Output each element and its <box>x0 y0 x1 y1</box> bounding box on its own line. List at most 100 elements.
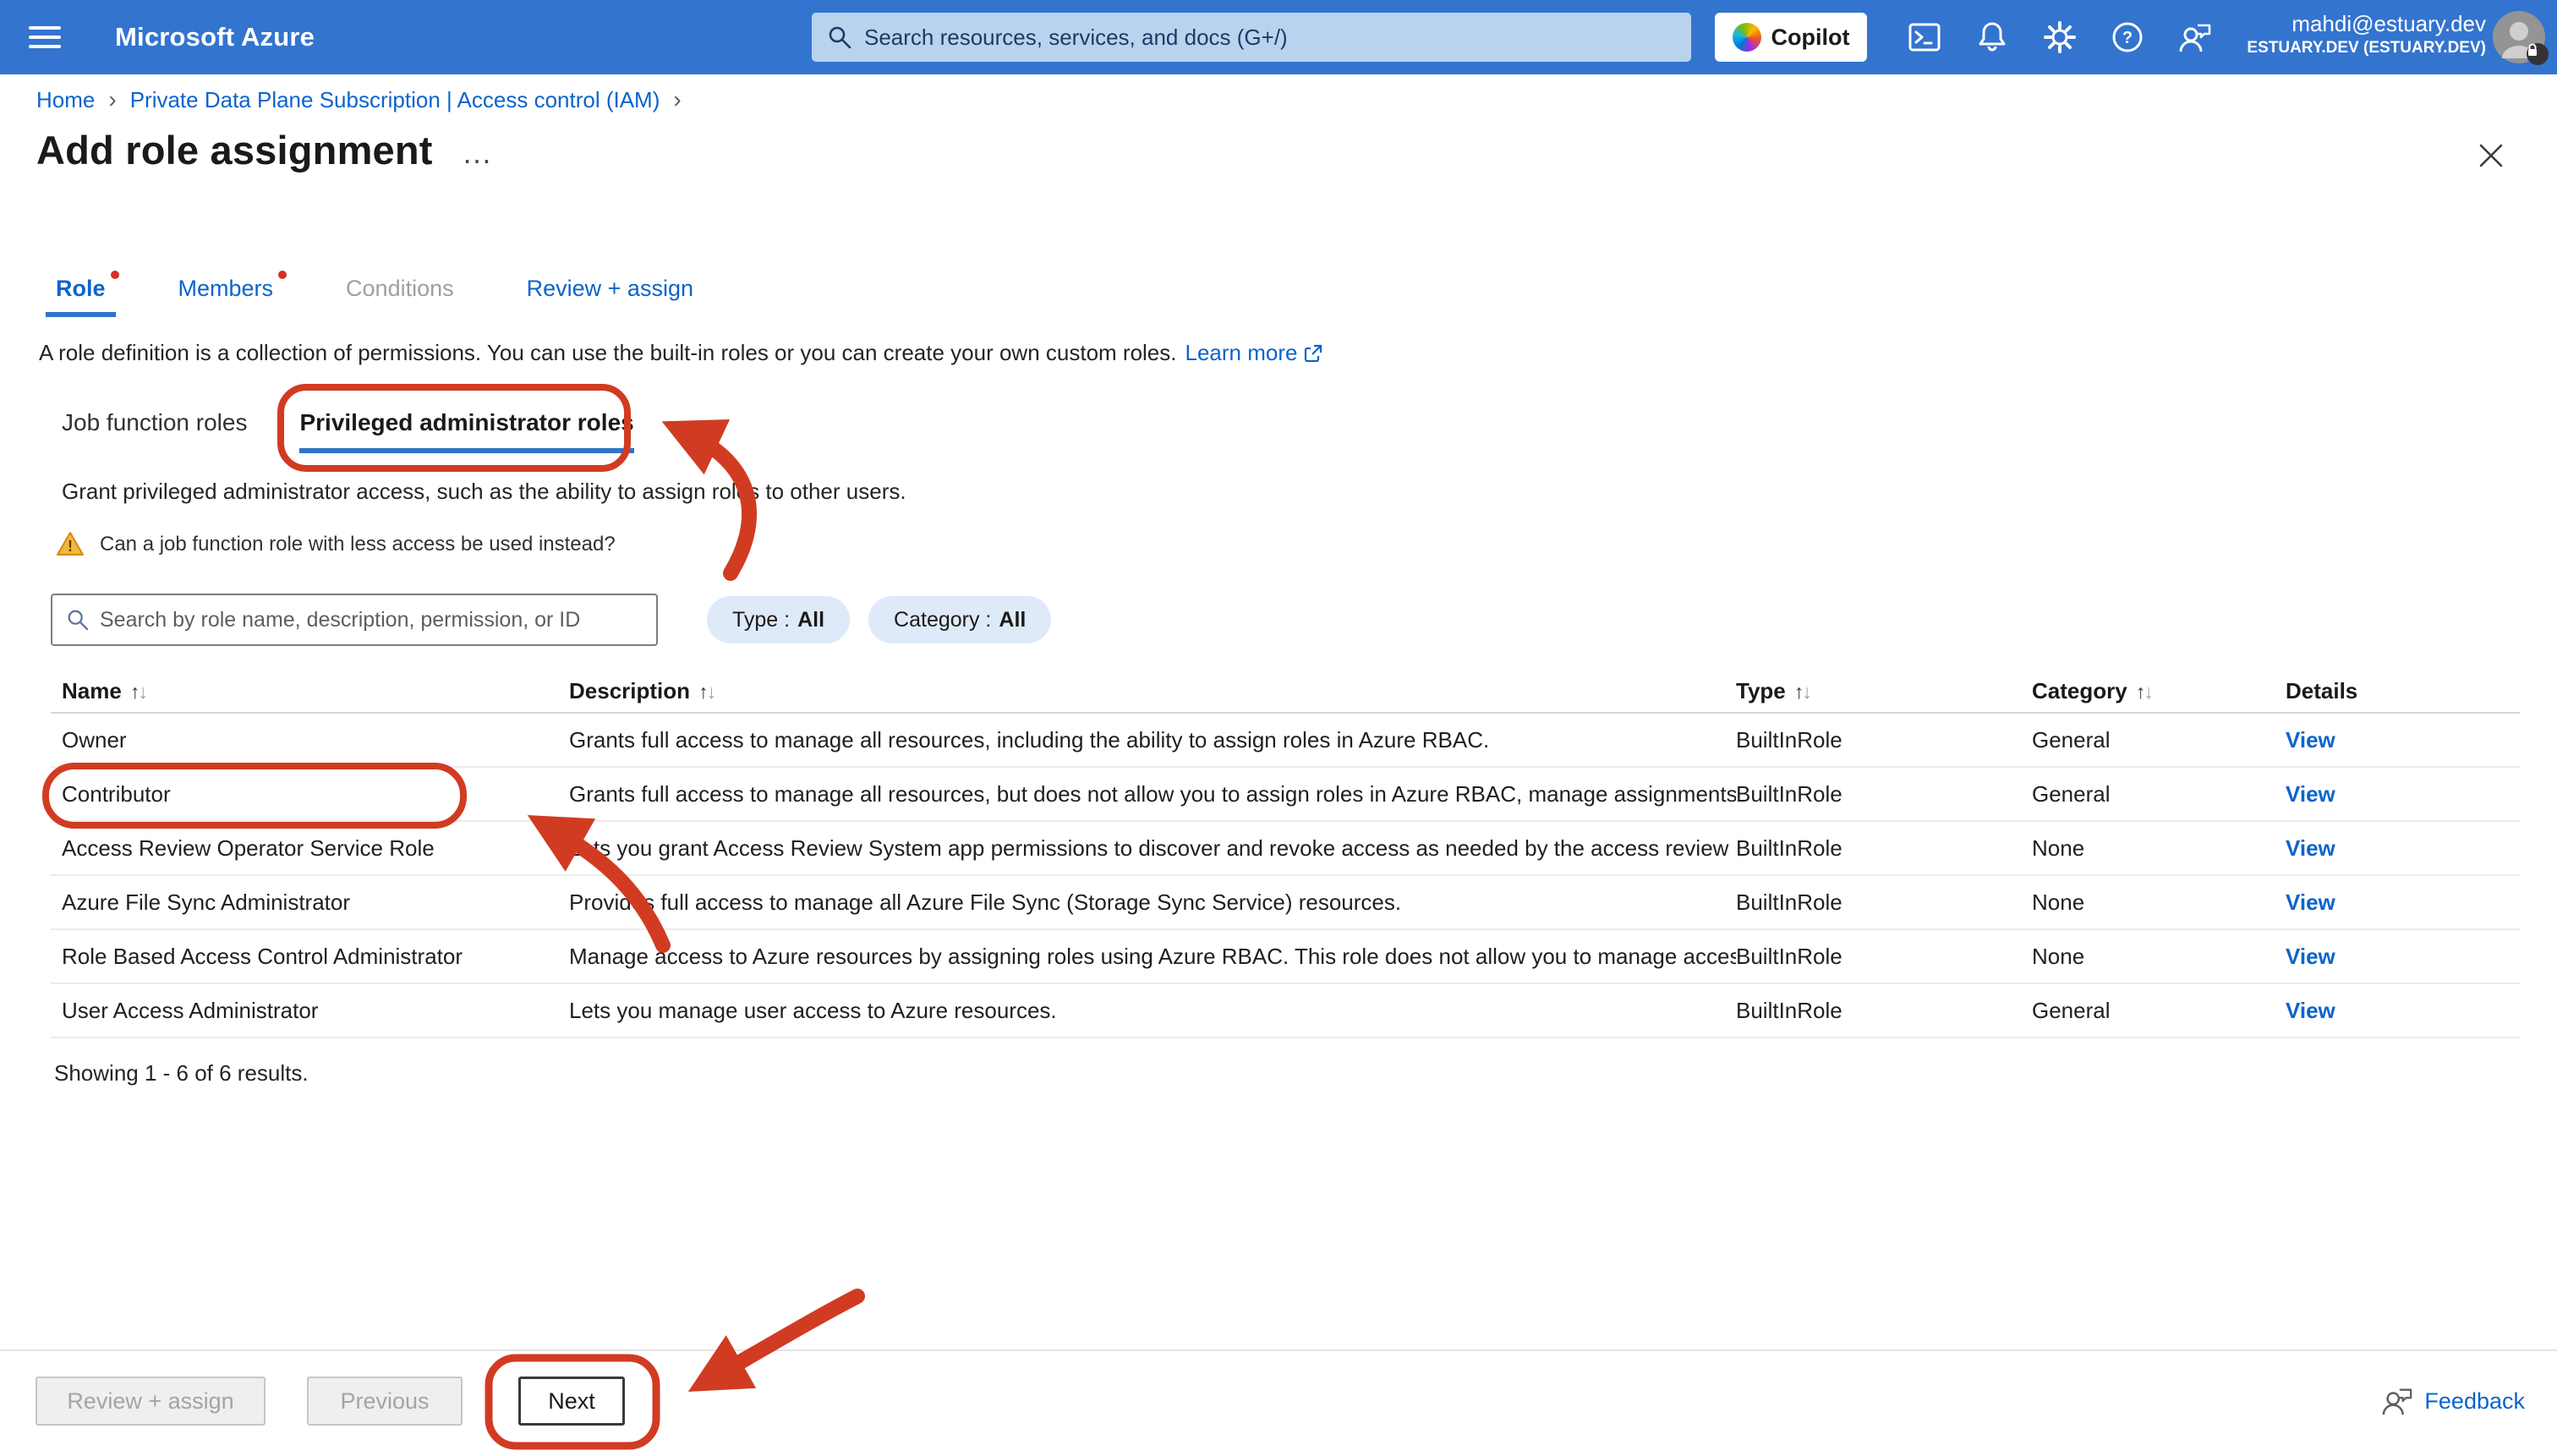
warning-message: ! Can a job function role with less acce… <box>56 531 616 557</box>
role-type: BuiltInRole <box>1736 889 2032 916</box>
role-name: Owner <box>62 727 569 753</box>
role-type: BuiltInRole <box>1736 944 2032 970</box>
account-email: mahdi@estuary.dev <box>2247 10 2486 38</box>
table-row-azure-file-sync-admin[interactable]: Azure File Sync Administrator Provides f… <box>51 876 2520 930</box>
breadcrumb: Home › Private Data Plane Subscription |… <box>36 86 682 113</box>
tab-review-assign[interactable]: Review + assign <box>515 276 705 317</box>
review-assign-button[interactable]: Review + assign <box>36 1377 266 1426</box>
sort-icons: ↑↓ <box>1794 681 1810 703</box>
global-search-bar[interactable] <box>812 13 1691 62</box>
role-category: General <box>2032 781 2286 807</box>
privileged-roles-description: Grant privileged administrator access, s… <box>62 479 906 505</box>
tab-members[interactable]: Members <box>167 276 286 317</box>
role-type: BuiltInRole <box>1736 835 2032 862</box>
notifications-bell-icon[interactable] <box>1972 17 2012 57</box>
role-description: Lets you grant Access Review System app … <box>569 835 1736 862</box>
breadcrumb-subscription-link[interactable]: Private Data Plane Subscription | Access… <box>130 87 660 113</box>
view-details-link[interactable]: View <box>2286 781 2335 807</box>
table-row-access-review-operator[interactable]: Access Review Operator Service Role Lets… <box>51 822 2520 876</box>
global-search-input[interactable] <box>864 25 1676 51</box>
copilot-icon <box>1733 23 1761 52</box>
chevron-right-icon: › <box>673 86 681 113</box>
role-type: BuiltInRole <box>1736 998 2032 1024</box>
category-filter-pill[interactable]: Category :All <box>868 596 1051 643</box>
role-description: Grants full access to manage all resourc… <box>569 781 1736 807</box>
page-title: Add role assignment <box>36 127 433 173</box>
wizard-tabs: Role Members Conditions Review + assign <box>44 276 705 317</box>
hamburger-menu-icon[interactable] <box>25 19 64 56</box>
view-details-link[interactable]: View <box>2286 889 2335 915</box>
search-icon <box>827 25 852 50</box>
sort-icons: ↑↓ <box>2136 681 2152 703</box>
tab-role[interactable]: Role <box>44 276 118 317</box>
column-header-type[interactable]: Type↑↓ <box>1736 678 2032 704</box>
previous-button[interactable]: Previous <box>307 1377 463 1426</box>
avatar[interactable] <box>2493 11 2545 63</box>
svg-text:!: ! <box>68 538 73 555</box>
role-search-input[interactable] <box>100 608 643 632</box>
column-header-details: Details <box>2286 678 2520 704</box>
svg-text:?: ? <box>2122 29 2133 47</box>
privileged-administrator-roles-tab[interactable]: Privileged administrator roles <box>299 409 633 453</box>
next-button[interactable]: Next <box>518 1377 625 1426</box>
more-actions-ellipsis[interactable]: … <box>462 135 494 171</box>
job-function-roles-tab[interactable]: Job function roles <box>62 409 247 453</box>
lock-icon <box>2527 43 2549 65</box>
role-name: User Access Administrator <box>62 998 569 1024</box>
view-details-link[interactable]: View <box>2286 998 2335 1023</box>
role-name: Access Review Operator Service Role <box>62 835 569 862</box>
results-summary: Showing 1 - 6 of 6 results. <box>54 1060 309 1087</box>
role-search-box[interactable] <box>51 594 658 646</box>
column-header-category[interactable]: Category↑↓ <box>2032 678 2286 704</box>
role-type: BuiltInRole <box>1736 727 2032 753</box>
role-category: General <box>2032 727 2286 753</box>
azure-top-bar: Microsoft Azure Copilot ? mahdi@estuary.… <box>0 0 2557 74</box>
add-role-assignment-page: Microsoft Azure Copilot ? mahdi@estuary.… <box>0 0 2557 1456</box>
roles-table: Name↑↓ Description↑↓ Type↑↓ Category↑↓ D… <box>51 670 2520 1038</box>
role-category: None <box>2032 944 2286 970</box>
table-row-owner[interactable]: Owner Grants full access to manage all r… <box>51 714 2520 768</box>
table-row-user-access-admin[interactable]: User Access Administrator Lets you manag… <box>51 984 2520 1038</box>
copilot-label: Copilot <box>1771 25 1850 51</box>
settings-gear-icon[interactable] <box>2040 17 2080 57</box>
column-header-description[interactable]: Description↑↓ <box>569 678 1736 704</box>
table-row-contributor[interactable]: Contributor Grants full access to manage… <box>51 768 2520 822</box>
column-header-name[interactable]: Name↑↓ <box>62 678 569 704</box>
learn-more-link[interactable]: Learn more <box>1185 340 1323 366</box>
role-name: Role Based Access Control Administrator <box>62 944 569 970</box>
view-details-link[interactable]: View <box>2286 944 2335 969</box>
role-description: Lets you manage user access to Azure res… <box>569 998 1736 1024</box>
table-header-row: Name↑↓ Description↑↓ Type↑↓ Category↑↓ D… <box>51 670 2520 714</box>
required-dot <box>278 271 287 279</box>
role-description: Provides full access to manage all Azure… <box>569 889 1736 916</box>
feedback-person-icon[interactable] <box>2175 17 2215 57</box>
footer-divider <box>0 1349 2557 1351</box>
account-info[interactable]: mahdi@estuary.dev ESTUARY.DEV (ESTUARY.D… <box>2247 10 2486 57</box>
role-category: None <box>2032 889 2286 916</box>
help-icon[interactable]: ? <box>2107 17 2148 57</box>
feedback-button[interactable]: Feedback <box>2380 1385 2525 1417</box>
view-details-link[interactable]: View <box>2286 727 2335 753</box>
breadcrumb-home-link[interactable]: Home <box>36 87 95 113</box>
role-type: BuiltInRole <box>1736 781 2032 807</box>
type-filter-pill[interactable]: Type :All <box>707 596 850 643</box>
sort-icons: ↑↓ <box>698 681 715 703</box>
role-category: General <box>2032 998 2286 1024</box>
chevron-right-icon: › <box>108 86 116 113</box>
tab-conditions[interactable]: Conditions <box>334 276 466 317</box>
role-description: Manage access to Azure resources by assi… <box>569 944 1736 970</box>
role-name: Azure File Sync Administrator <box>62 889 569 916</box>
role-category: None <box>2032 835 2286 862</box>
cloud-shell-icon[interactable] <box>1904 17 1945 57</box>
search-icon <box>66 608 90 632</box>
sort-icons: ↑↓ <box>130 681 146 703</box>
role-description: Grants full access to manage all resourc… <box>569 727 1736 753</box>
close-icon[interactable] <box>2472 137 2510 174</box>
required-dot <box>111 271 119 279</box>
brand-title[interactable]: Microsoft Azure <box>115 22 315 52</box>
table-row-rbac-admin[interactable]: Role Based Access Control Administrator … <box>51 930 2520 984</box>
account-tenant: ESTUARY.DEV (ESTUARY.DEV) <box>2247 38 2486 58</box>
copilot-button[interactable]: Copilot <box>1715 13 1867 62</box>
view-details-link[interactable]: View <box>2286 835 2335 861</box>
warning-triangle-icon: ! <box>56 531 85 557</box>
